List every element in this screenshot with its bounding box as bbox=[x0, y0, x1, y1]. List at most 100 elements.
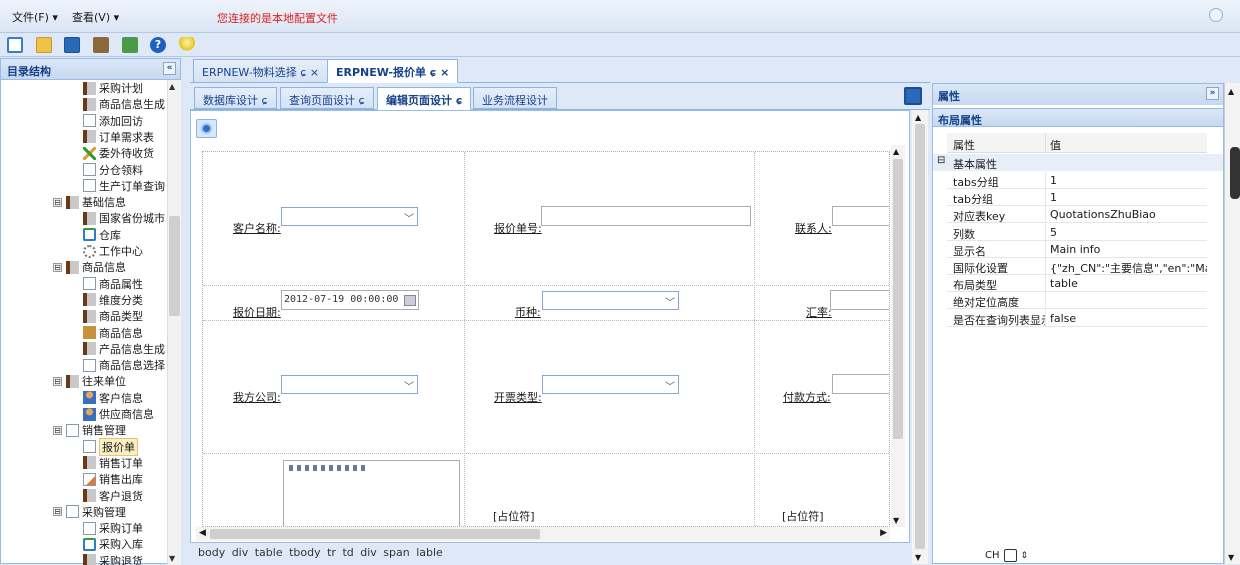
tree-item[interactable]: 商品类型 bbox=[83, 308, 143, 324]
canvas-hscroll-thumb[interactable] bbox=[210, 529, 540, 539]
payment-method-input[interactable] bbox=[832, 374, 889, 394]
scroll-up-icon[interactable]: ▲ bbox=[169, 82, 175, 91]
currency-select[interactable]: ﹀ bbox=[542, 291, 679, 310]
lightbulb-icon[interactable] bbox=[179, 37, 195, 53]
tab-edit-page-design[interactable]: 编辑页面设计 ɕ bbox=[377, 87, 472, 110]
invoice-type-select[interactable]: ﹀ bbox=[542, 375, 679, 394]
tree-item[interactable]: ⊟ 采购管理 bbox=[53, 504, 126, 520]
scroll-down-icon[interactable]: ▼ bbox=[1228, 553, 1234, 562]
tree-item[interactable]: 采购退货 bbox=[83, 553, 143, 565]
import-icon[interactable] bbox=[93, 37, 109, 53]
outer-vscrollbar[interactable]: ▲ ▼ bbox=[912, 110, 928, 564]
tree-item[interactable]: 商品信息 bbox=[83, 325, 143, 341]
tab-material-select[interactable]: ERPNEW-物料选择 ɕ × bbox=[193, 59, 329, 83]
tree-item[interactable]: 仓库 bbox=[83, 227, 121, 243]
settings-gear-button[interactable] bbox=[196, 119, 217, 138]
tree-item[interactable]: 报价单 bbox=[83, 437, 138, 456]
property-row[interactable]: 绝对定位高度 bbox=[947, 292, 1207, 310]
element-path-breadcrumb[interactable]: body div table tbody tr td div span labl… bbox=[198, 546, 443, 559]
canvas-hscrollbar[interactable]: ◀ ▶ bbox=[196, 527, 890, 541]
tree-item[interactable]: ⊟ 基础信息 bbox=[53, 194, 126, 210]
property-row[interactable]: tabs分组 1 bbox=[947, 172, 1207, 189]
scroll-left-icon[interactable]: ◀ bbox=[199, 528, 206, 538]
tree-toggle-icon[interactable]: ⊟ bbox=[53, 197, 62, 207]
canvas-vscroll-thumb[interactable] bbox=[893, 159, 903, 439]
tree-item[interactable]: 工作中心 bbox=[83, 243, 143, 259]
tree-item[interactable]: 国家省份城市 bbox=[83, 210, 165, 226]
property-value[interactable]: 1 bbox=[1050, 174, 1207, 187]
property-value[interactable]: false bbox=[1050, 312, 1207, 325]
property-row[interactable]: 国际化设置 {"zh_CN":"主要信息","en":"Main bbox=[947, 258, 1207, 275]
tree-item[interactable]: 商品信息生成 bbox=[83, 96, 165, 112]
tree-item[interactable]: 分仓领料 bbox=[83, 162, 143, 178]
ime-arrows-icon[interactable]: ⇕ bbox=[1021, 551, 1029, 561]
save-design-icon[interactable] bbox=[904, 87, 922, 105]
property-row[interactable]: tab分组 1 bbox=[947, 189, 1207, 207]
tree-item[interactable]: 客户信息 bbox=[83, 390, 143, 406]
tree-item[interactable]: 销售订单 bbox=[83, 455, 143, 471]
tree-item[interactable]: 供应商信息 bbox=[83, 406, 154, 422]
tree-item[interactable]: 委外待收货 bbox=[83, 145, 154, 161]
property-value[interactable]: QuotationsZhuBiao bbox=[1050, 208, 1207, 221]
our-company-select[interactable]: ﹀ bbox=[281, 375, 418, 394]
tree-item[interactable]: 销售出库 bbox=[83, 471, 143, 487]
group-basic-properties[interactable]: ⊟ 基本属性 bbox=[933, 154, 1223, 171]
tree-toggle-icon[interactable]: ⊟ bbox=[53, 425, 62, 435]
property-value[interactable]: table bbox=[1050, 277, 1207, 290]
tree-scrollbar[interactable]: ▲ ▼ bbox=[167, 80, 181, 565]
tab-quotation[interactable]: ERPNEW-报价单 ɕ × bbox=[327, 59, 459, 83]
property-value[interactable]: 5 bbox=[1050, 226, 1207, 239]
tree-item[interactable]: 商品信息选择 bbox=[83, 357, 165, 373]
tree-item[interactable]: ⊟ 商品信息 bbox=[53, 259, 126, 275]
menu-view[interactable]: 查看(V) ▾ bbox=[72, 9, 119, 25]
scroll-down-icon[interactable]: ▼ bbox=[915, 553, 921, 562]
quote-date-input[interactable]: 2012-07-19 00:00:00 bbox=[281, 290, 419, 310]
tree-toggle-icon[interactable]: ⊟ bbox=[53, 262, 62, 272]
scroll-right-icon[interactable]: ▶ bbox=[880, 528, 887, 538]
tab-query-page-design[interactable]: 查询页面设计 ɕ bbox=[280, 87, 374, 109]
ime-search-icon[interactable] bbox=[1003, 549, 1017, 562]
canvas-vscrollbar[interactable]: ▲ ▼ bbox=[891, 145, 905, 527]
side-dock-handle[interactable] bbox=[1230, 147, 1240, 199]
tree-item[interactable]: ⊟ 销售管理 bbox=[53, 422, 126, 438]
tree-item[interactable]: 采购入库 bbox=[83, 536, 143, 552]
property-row[interactable]: 对应表key QuotationsZhuBiao bbox=[947, 206, 1207, 224]
export-icon[interactable] bbox=[122, 37, 138, 53]
property-value[interactable]: Main info bbox=[1050, 243, 1207, 256]
help-icon[interactable]: ? bbox=[150, 37, 166, 53]
scroll-up-icon[interactable]: ▲ bbox=[893, 147, 899, 156]
scroll-down-icon[interactable]: ▼ bbox=[893, 516, 899, 525]
property-row[interactable]: 布局类型 table bbox=[947, 275, 1207, 293]
outer-vscroll-thumb[interactable] bbox=[915, 124, 925, 549]
editor-toolbar-icons[interactable] bbox=[289, 465, 369, 471]
tab-workflow-design[interactable]: 业务流程设计 bbox=[473, 87, 557, 109]
new-icon[interactable] bbox=[7, 37, 23, 53]
tree-item[interactable]: 采购订单 bbox=[83, 520, 143, 536]
expand-right-button[interactable]: » bbox=[1206, 87, 1219, 100]
tree-scroll-thumb[interactable] bbox=[169, 216, 180, 316]
tree-item[interactable]: ⊟ 往来单位 bbox=[53, 373, 126, 389]
tree-item[interactable]: 订单需求表 bbox=[83, 129, 154, 145]
save-icon[interactable] bbox=[64, 37, 80, 53]
scroll-up-icon[interactable]: ▲ bbox=[915, 113, 921, 122]
tree-toggle-icon[interactable]: ⊟ bbox=[53, 376, 62, 386]
collapse-group-icon[interactable]: ⊟ bbox=[937, 155, 945, 166]
tree-item[interactable]: 商品属性 bbox=[83, 276, 143, 292]
quote-no-input[interactable] bbox=[541, 206, 751, 226]
contact-input[interactable] bbox=[832, 206, 889, 226]
property-row[interactable]: 显示名 Main info bbox=[947, 240, 1207, 258]
tree-item[interactable]: 产品信息生成 bbox=[83, 341, 165, 357]
tree-item[interactable]: 维度分类 bbox=[83, 292, 143, 308]
menu-file[interactable]: 文件(F) ▾ bbox=[12, 9, 58, 25]
tree-toggle-icon[interactable]: ⊟ bbox=[53, 507, 62, 517]
tree-item[interactable]: 添加回访 bbox=[83, 113, 143, 129]
rich-text-editor[interactable] bbox=[283, 460, 460, 526]
tree-item[interactable]: 客户退货 bbox=[83, 488, 143, 504]
tree-item[interactable]: 采购计划 bbox=[83, 80, 143, 96]
exchange-rate-input[interactable] bbox=[830, 290, 889, 310]
calendar-icon[interactable] bbox=[404, 295, 416, 306]
property-row[interactable]: 列数 5 bbox=[947, 223, 1207, 241]
customer-name-select[interactable]: ﹀ bbox=[281, 207, 418, 226]
tab-database-design[interactable]: 数据库设计 ɕ bbox=[194, 87, 277, 109]
property-value[interactable]: 1 bbox=[1050, 191, 1207, 204]
